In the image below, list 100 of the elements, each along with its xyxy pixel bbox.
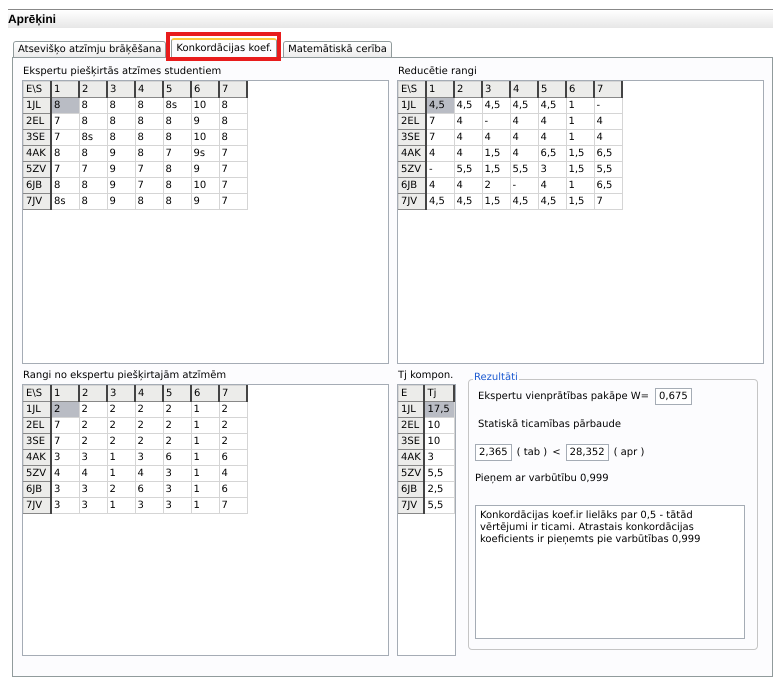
- table-cell: 3: [79, 450, 107, 466]
- row-header: 2EL: [398, 418, 424, 434]
- table-cell: 7: [426, 130, 454, 146]
- row-header: 2EL: [24, 418, 51, 434]
- table-cell: 7: [219, 194, 247, 210]
- table-cell: 6: [135, 482, 163, 498]
- table-cell: 4,5: [454, 98, 482, 114]
- table-cell: 7: [135, 162, 163, 178]
- table-cell: 2: [107, 482, 135, 498]
- table-cell: -: [426, 162, 454, 178]
- table-cell: 8: [79, 178, 107, 194]
- column-header: 3: [107, 386, 135, 402]
- column-header: 6: [566, 82, 594, 98]
- table-cell: 7: [135, 178, 163, 194]
- tab[interactable]: Atsevišķo atzīmju brāķēšana: [13, 41, 166, 57]
- table-cell: 3: [51, 450, 79, 466]
- table-cell: 1,5: [482, 194, 510, 210]
- w-field[interactable]: 0,675: [655, 388, 692, 405]
- table-cell: 4,5: [482, 98, 510, 114]
- column-header: 1: [51, 386, 79, 402]
- table-cell: 4: [454, 130, 482, 146]
- row-header: 7JV: [398, 498, 424, 514]
- table-cell: 8: [163, 178, 191, 194]
- table-cell: 10: [191, 178, 219, 194]
- grid-title: Ekspertu piešķirtās atzīmes studentiem: [22, 66, 222, 79]
- tab-field[interactable]: 2,365: [475, 444, 512, 461]
- corner-header: E: [398, 386, 424, 402]
- table-cell: 8: [79, 98, 107, 114]
- table-cell: 5,5: [454, 162, 482, 178]
- tab[interactable]: Konkordācijas koef.: [171, 38, 278, 57]
- table-cell: 3: [79, 482, 107, 498]
- column-header: 3: [482, 82, 510, 98]
- row-header: 5ZV: [398, 162, 426, 178]
- table-cell: 3: [51, 482, 79, 498]
- table-cell: 4: [426, 178, 454, 194]
- column-header: 4: [135, 82, 163, 98]
- table-cell: 4: [79, 466, 107, 482]
- table-cell: 3: [538, 162, 566, 178]
- table-cell: 7: [219, 178, 247, 194]
- table-cell: 7: [51, 114, 79, 130]
- row-header: 6JB: [398, 178, 426, 194]
- table-cell: 7: [51, 130, 79, 146]
- row-header: 7JV: [24, 498, 51, 514]
- column-header: 6: [191, 386, 219, 402]
- table-cell: 3: [135, 498, 163, 514]
- table-cell: 4: [454, 178, 482, 194]
- table-cell: 8: [219, 130, 247, 146]
- table-cell: 9: [191, 162, 219, 178]
- row-header: 4AK: [398, 450, 424, 466]
- row-header: 1JL: [24, 402, 51, 418]
- table-cell: 1: [107, 450, 135, 466]
- table-cell: 8s: [163, 98, 191, 114]
- table-cell: 2: [219, 434, 247, 450]
- table-cell: 4: [482, 130, 510, 146]
- table-cell: 2: [163, 418, 191, 434]
- table-cell: 8: [135, 194, 163, 210]
- row-header: 5ZV: [24, 162, 51, 178]
- table-cell: 9: [191, 114, 219, 130]
- apr-field[interactable]: 28,352: [566, 444, 609, 461]
- table-cell: 6,5: [594, 178, 622, 194]
- column-header: 6: [191, 82, 219, 98]
- table-cell: 2: [135, 402, 163, 418]
- table-cell: 7: [163, 146, 191, 162]
- column-header: 2: [79, 386, 107, 402]
- table-cell: 8: [107, 98, 135, 114]
- table-cell: 4,5: [426, 98, 454, 114]
- row-header: 7JV: [24, 194, 51, 210]
- table-cell: 6,5: [594, 146, 622, 162]
- table-cell: 4: [51, 466, 79, 482]
- table-cell: 4: [510, 114, 538, 130]
- row-header: 3SE: [398, 130, 426, 146]
- row-header: 3SE: [24, 130, 51, 146]
- table-cell: 2: [79, 434, 107, 450]
- column-header: 7: [219, 386, 247, 402]
- window-title: Aprēķini: [8, 9, 773, 28]
- table-cell: 4: [538, 130, 566, 146]
- row-header: 4AK: [24, 450, 51, 466]
- row-header: 1JL: [398, 402, 424, 418]
- grid-title: Rangi no ekspertu piešķirtajām atzīmēm: [22, 370, 228, 383]
- grid-title: Tj kompon.: [397, 370, 454, 383]
- table-cell: 4: [538, 114, 566, 130]
- apr-label: ( apr ): [614, 447, 644, 458]
- table-cell: 1: [566, 178, 594, 194]
- table-cell: 1: [107, 498, 135, 514]
- table-cell: 5,5: [424, 466, 454, 482]
- table-cell: -: [510, 178, 538, 194]
- table-cell: 6: [219, 450, 247, 466]
- table-cell: 8: [163, 194, 191, 210]
- table-cell: 4: [135, 466, 163, 482]
- table-cell: 3: [135, 450, 163, 466]
- table-cell: 1,5: [566, 146, 594, 162]
- tab[interactable]: Matemātiskā cerība: [283, 41, 392, 57]
- table-cell: 1,5: [566, 194, 594, 210]
- row-header: 5ZV: [398, 466, 424, 482]
- table-cell: 1,5: [482, 162, 510, 178]
- table-cell: 8s: [79, 130, 107, 146]
- table-cell: 1: [191, 450, 219, 466]
- table-cell: 4,5: [510, 194, 538, 210]
- column-header: 5: [163, 82, 191, 98]
- conclusion-textarea[interactable]: Konkordācijas koef.ir lielāks par 0,5 - tātād vērtējumi ir ticami. Atrastais konkordācijas koeficients ir pieņemts pie varbūtības 0,999: [475, 505, 745, 639]
